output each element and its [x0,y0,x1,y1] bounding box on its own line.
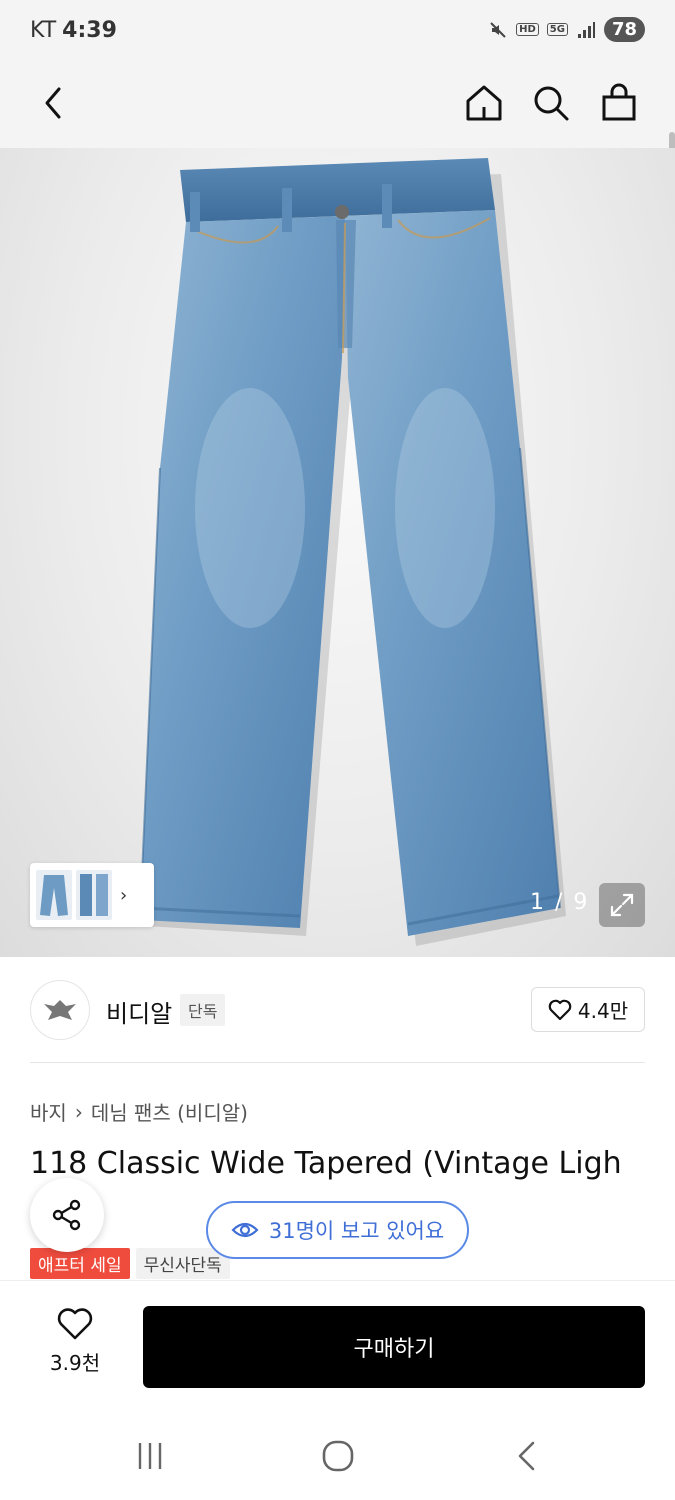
thumbnail-1[interactable] [36,870,72,920]
carrier-label: KT [30,18,57,43]
expand-icon [610,893,634,917]
buy-button[interactable]: 구매하기 [143,1306,645,1388]
product-image-gallery[interactable]: › 1 / 9 [0,148,675,957]
brand-like-count: 4.4만 [577,999,629,1023]
brand-row: 비디알 단독 4.4만 [30,980,645,1040]
shopping-bag-icon [602,83,636,121]
home-button[interactable] [459,78,509,128]
back-chevron-icon [518,1441,535,1471]
thumbnail-more-arrow[interactable]: › [120,885,127,906]
back-system-button[interactable] [508,1436,548,1476]
home-circle-icon [322,1440,354,1472]
breadcrumb-category[interactable]: 바지 [30,1097,67,1126]
home-system-button[interactable] [318,1436,358,1476]
product-title: 118 Classic Wide Tapered (Vintage Ligh [30,1146,622,1181]
back-button[interactable] [28,78,78,128]
breadcrumb: 바지 › 데님 팬츠 (비디알) [30,1097,248,1126]
recent-apps-icon [138,1443,162,1469]
viewers-pill: 31명이 보고 있어요 [206,1201,469,1259]
search-button[interactable] [526,78,576,128]
battery-level: 78 [603,17,645,42]
clock: 4:39 [62,18,117,43]
thumbnail-2[interactable] [76,870,112,920]
status-icons: HD 5G 78 [488,17,645,42]
search-icon [534,86,569,121]
purchase-bar: 3.9천 구매하기 [0,1280,675,1408]
heart-icon [57,1308,93,1340]
heart-icon [548,999,572,1020]
top-nav [0,64,675,194]
chevron-left-icon [45,87,61,119]
breadcrumb-subcategory[interactable]: 데님 팬츠 (비디알) [91,1097,248,1126]
divider [30,1062,645,1063]
signal-icon [577,21,595,38]
product-tags: 애프터 세일 무신사단독 [30,1248,230,1279]
share-button[interactable] [30,1178,104,1252]
image-counter: 1 / 9 [530,890,590,915]
status-left: KT 4:39 [30,18,117,43]
hd-badge: HD [516,23,539,36]
product-like-button[interactable]: 3.9천 [40,1307,110,1376]
brand-logo[interactable] [30,980,90,1040]
expand-button[interactable] [599,883,645,927]
viewers-text: 31명이 보고 있어요 [268,1219,445,1243]
brand-exclusive-tag: 단독 [180,994,226,1026]
mute-icon [490,21,506,38]
system-nav-bar [0,1408,675,1500]
breadcrumb-separator: › [74,1099,83,1124]
network-badge: 5G [546,23,568,36]
brand-like-button[interactable]: 4.4만 [531,987,645,1032]
brand-crest-icon [44,1000,76,1020]
home-icon [466,85,502,121]
status-bar: KT 4:39 HD 5G 78 [0,0,675,64]
eye-icon [231,1222,259,1238]
brand-name[interactable]: 비디알 [106,994,172,1029]
jeans-image [139,158,566,946]
exclusive-tag: 무신사단독 [135,1248,230,1279]
cart-button[interactable] [594,78,644,128]
recent-apps-button[interactable] [130,1436,170,1476]
product-like-count: 3.9천 [49,1351,101,1375]
thumbnail-strip[interactable]: › [30,863,154,927]
share-icon [52,1199,81,1231]
after-sale-tag: 애프터 세일 [30,1248,130,1279]
